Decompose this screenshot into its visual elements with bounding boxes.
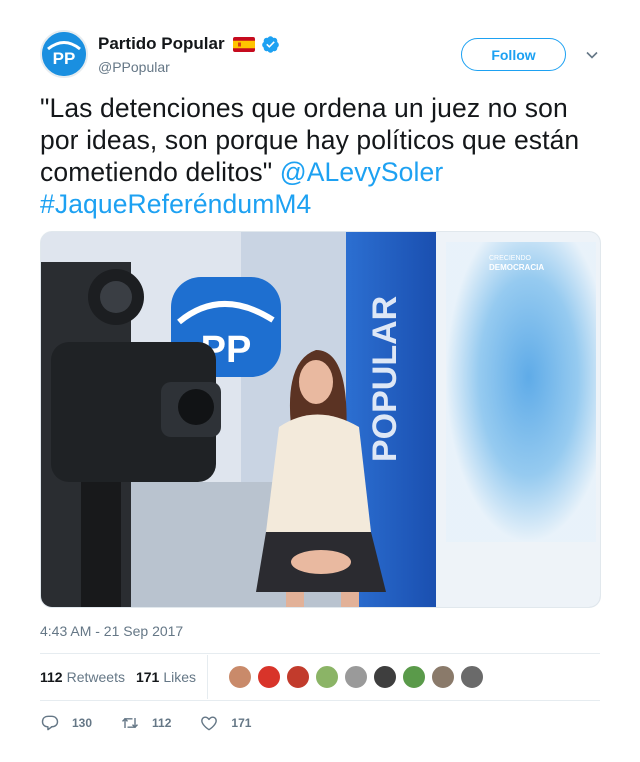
retweet-count: 112 <box>152 716 172 730</box>
liker-avatar[interactable] <box>460 665 484 689</box>
likes-label: Likes <box>163 669 196 685</box>
divider-bottom <box>40 700 600 701</box>
follow-button[interactable]: Follow <box>461 38 566 71</box>
liker-avatar[interactable] <box>315 665 339 689</box>
liker-avatar[interactable] <box>431 665 455 689</box>
tweet-actions: 130 112 171 <box>40 712 279 734</box>
profile-avatar[interactable]: PP <box>40 30 88 78</box>
tweet-stats: 112 Retweets 171 Likes <box>40 654 600 700</box>
interview-photo: POPULAR CRECIENDO DEMOCRACIA PP <box>41 232 600 607</box>
tweet-photo[interactable]: POPULAR CRECIENDO DEMOCRACIA PP <box>40 231 601 608</box>
likes-count: 171 <box>135 669 160 685</box>
display-name[interactable]: Partido Popular <box>98 34 225 54</box>
hashtag-link[interactable]: #JaqueReferéndumM4 <box>40 189 311 219</box>
retweet-icon <box>122 717 139 729</box>
retweets-stat[interactable]: 112 Retweets <box>40 669 125 685</box>
liker-avatar[interactable] <box>257 665 281 689</box>
liker-avatar[interactable] <box>344 665 368 689</box>
chevron-down-icon[interactable] <box>585 48 599 62</box>
liker-avatars <box>228 665 489 689</box>
backdrop-text: POPULAR <box>366 296 404 462</box>
banner-text-2: DEMOCRACIA <box>489 263 544 272</box>
likes-stat[interactable]: 171 Likes <box>136 669 196 685</box>
liker-avatar[interactable] <box>402 665 426 689</box>
avatar-text: PP <box>53 49 76 68</box>
stats-separator <box>207 655 208 699</box>
retweet-button[interactable]: 112 <box>120 713 171 733</box>
user-handle[interactable]: @PPopular <box>98 59 170 75</box>
tweet-header: PP Partido Popular @PPopular Follow <box>40 30 600 82</box>
liker-avatar[interactable] <box>228 665 252 689</box>
like-button[interactable]: 171 <box>199 713 251 733</box>
retweets-label: Retweets <box>66 669 125 685</box>
reply-button[interactable]: 130 <box>40 713 92 733</box>
liker-avatar[interactable] <box>373 665 397 689</box>
retweets-count: 112 <box>40 669 63 685</box>
liker-avatar[interactable] <box>286 665 310 689</box>
pp-logo-icon: PP <box>42 32 86 76</box>
verified-badge-icon <box>261 35 280 54</box>
banner-text-1: CRECIENDO <box>489 255 532 262</box>
tweet-text: "Las detenciones que ordena un juez no s… <box>40 92 610 220</box>
tweet-timestamp[interactable]: 4:43 AM - 21 Sep 2017 <box>40 623 183 639</box>
name-row: Partido Popular <box>98 34 280 54</box>
reply-icon <box>41 715 59 731</box>
reply-count: 130 <box>72 716 93 730</box>
spain-flag-icon <box>232 36 255 52</box>
mention-link[interactable]: @ALevySoler <box>280 157 444 187</box>
heart-icon <box>201 716 218 731</box>
like-count: 171 <box>231 716 252 730</box>
